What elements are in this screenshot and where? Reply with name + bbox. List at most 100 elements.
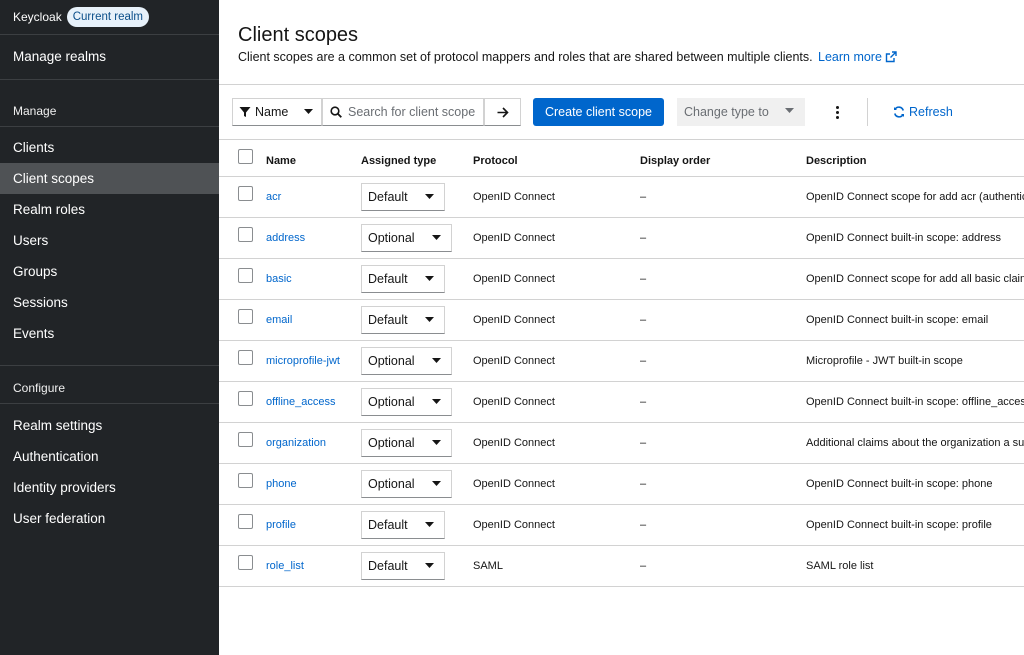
refresh-label: Refresh: [909, 105, 953, 119]
display-order-cell: –: [640, 191, 647, 203]
description-cell: OpenID Connect built-in scope: address: [806, 232, 1002, 244]
assigned-type-value: Optional: [368, 354, 415, 368]
assigned-type-select[interactable]: Default: [361, 511, 445, 539]
table-row: acr Default OpenID Connect – OpenID Connect …: [219, 177, 1024, 218]
learn-more-link[interactable]: Learn more: [818, 50, 897, 64]
assigned-type-select[interactable]: Default: [361, 306, 445, 334]
assigned-type-select[interactable]: Default: [361, 265, 445, 293]
row-checkbox[interactable]: [238, 268, 253, 283]
brand: Keycloak Current realm: [13, 6, 150, 28]
search-input[interactable]: [348, 105, 478, 119]
caret-down-icon: [425, 194, 434, 199]
description-cell: SAML role list: [806, 560, 874, 572]
sidebar-item-clients[interactable]: Clients: [0, 132, 219, 163]
row-checkbox[interactable]: [238, 186, 253, 201]
client-scope-name-link[interactable]: basic: [266, 273, 292, 285]
sidebar-divider: [0, 365, 219, 366]
table-row: offline_access Optional OpenID Connect – Ope…: [219, 382, 1024, 423]
assigned-type-select[interactable]: Optional: [361, 347, 452, 375]
sidebar-item-manage-realms[interactable]: Manage realms: [0, 41, 219, 72]
description-cell: OpenID Connect built-in scope: offline_a…: [806, 396, 1024, 408]
column-header-protocol: Protocol: [473, 155, 518, 167]
client-scope-name-link[interactable]: role_list: [266, 560, 304, 572]
refresh-button[interactable]: Refresh: [893, 98, 953, 126]
description-cell: OpenID Connect built-in scope: phone: [806, 478, 993, 490]
assigned-type-select[interactable]: Default: [361, 552, 445, 580]
sidebar-item-identity-providers[interactable]: Identity providers: [0, 472, 219, 503]
sidebar-item-realm-settings[interactable]: Realm settings: [0, 410, 219, 441]
sidebar-item-users[interactable]: Users: [0, 225, 219, 256]
sidebar-divider: [0, 403, 219, 404]
column-header-name[interactable]: Name: [266, 155, 296, 167]
client-scope-name-link[interactable]: email: [266, 314, 292, 326]
client-scope-name-link[interactable]: microprofile-jwt: [266, 355, 340, 367]
table-row: email Default OpenID Connect – OpenID Connec…: [219, 300, 1024, 341]
caret-down-icon: [304, 109, 313, 114]
display-order-cell: –: [640, 314, 647, 326]
client-scope-name-link[interactable]: offline_access: [266, 396, 336, 408]
refresh-icon: [894, 106, 904, 118]
caret-down-icon: [432, 399, 441, 404]
assigned-type-select[interactable]: Optional: [361, 388, 452, 416]
caret-down-icon: [432, 440, 441, 445]
row-checkbox[interactable]: [238, 309, 253, 324]
table-row: role_list Default SAML – SAML role list: [219, 546, 1024, 587]
current-realm-badge[interactable]: Current realm: [66, 7, 150, 27]
description-cell: Microprofile - JWT built-in scope: [806, 355, 963, 367]
row-checkbox[interactable]: [238, 391, 253, 406]
row-checkbox[interactable]: [238, 555, 253, 570]
kebab-icon[interactable]: [827, 98, 847, 126]
display-order-cell: –: [640, 437, 647, 449]
sidebar-item-authentication[interactable]: Authentication: [0, 441, 219, 472]
change-type-dropdown[interactable]: Change type to: [677, 98, 805, 126]
column-header-display-order: Display order: [640, 155, 711, 167]
display-order-cell: –: [640, 355, 647, 367]
assigned-type-value: Default: [368, 272, 408, 286]
sidebar-item-sessions[interactable]: Sessions: [0, 287, 219, 318]
assigned-type-value: Optional: [368, 231, 415, 245]
search-icon: [330, 106, 342, 118]
table-row: profile Default OpenID Connect – OpenID Conn…: [219, 505, 1024, 546]
filter-attribute-select[interactable]: Name: [232, 98, 322, 126]
client-scope-name-link[interactable]: profile: [266, 519, 296, 531]
caret-down-icon: [785, 108, 794, 113]
table-row: phone Optional OpenID Connect – OpenID Conne…: [219, 464, 1024, 505]
search-field: [322, 98, 484, 126]
display-order-cell: –: [640, 232, 647, 244]
sidebar-item-client-scopes[interactable]: Client scopes: [0, 163, 219, 194]
arrow-right-icon: [497, 106, 509, 118]
client-scope-name-link[interactable]: phone: [266, 478, 297, 490]
assigned-type-select[interactable]: Optional: [361, 429, 452, 457]
sidebar-item-events[interactable]: Events: [0, 318, 219, 349]
assigned-type-value: Optional: [368, 477, 415, 491]
column-header-assigned-type: Assigned type: [361, 155, 437, 167]
row-checkbox[interactable]: [238, 227, 253, 242]
assigned-type-select[interactable]: Optional: [361, 470, 452, 498]
main-content: Client scopes Client scopes are a common…: [219, 0, 1024, 655]
caret-down-icon: [432, 481, 441, 486]
create-client-scope-button[interactable]: Create client scope: [533, 98, 664, 126]
row-checkbox[interactable]: [238, 350, 253, 365]
assigned-type-select[interactable]: Optional: [361, 224, 452, 252]
external-link-icon: [885, 51, 897, 63]
filter-icon: [239, 107, 251, 117]
filter-attribute-label: Name: [255, 105, 289, 119]
search-submit-button[interactable]: [484, 98, 521, 126]
client-scope-name-link[interactable]: acr: [266, 191, 281, 203]
row-checkbox[interactable]: [238, 432, 253, 447]
row-checkbox[interactable]: [238, 514, 253, 529]
select-all-checkbox[interactable]: [238, 149, 253, 164]
description-cell: OpenID Connect scope for add all basic c…: [806, 273, 1024, 285]
sidebar-item-groups[interactable]: Groups: [0, 256, 219, 287]
protocol-cell: OpenID Connect: [473, 437, 555, 449]
change-type-label: Change type to: [684, 105, 769, 119]
client-scope-name-link[interactable]: organization: [266, 437, 326, 449]
client-scope-name-link[interactable]: address: [266, 232, 305, 244]
assigned-type-select[interactable]: Default: [361, 183, 445, 211]
row-checkbox[interactable]: [238, 473, 253, 488]
sidebar-item-user-federation[interactable]: User federation: [0, 503, 219, 534]
sidebar: Keycloak Current realm Manage realms Man…: [0, 0, 219, 655]
table-row: basic Default OpenID Connect – OpenID Connec…: [219, 259, 1024, 300]
sidebar-item-realm-roles[interactable]: Realm roles: [0, 194, 219, 225]
page-description: Client scopes are a common set of protoc…: [238, 50, 813, 64]
